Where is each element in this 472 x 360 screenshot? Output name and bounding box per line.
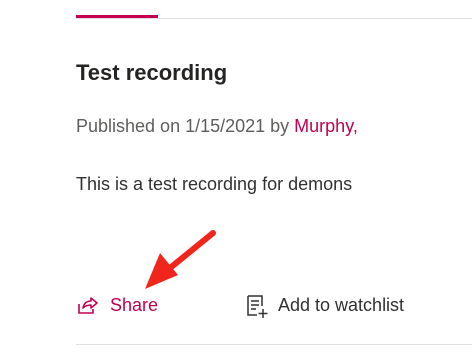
- share-button[interactable]: Share: [76, 287, 158, 323]
- bottom-divider: [76, 344, 472, 345]
- video-details-card: Test recording Published on 1/15/2021 by…: [0, 0, 472, 360]
- share-label: Share: [110, 294, 159, 315]
- published-info: Published on 1/15/2021 by Murphy,: [76, 116, 358, 137]
- tab-divider: [76, 18, 472, 19]
- share-icon: [78, 297, 98, 314]
- add-to-watchlist-icon: [247, 295, 268, 318]
- add-to-watchlist-button[interactable]: Add to watchlist: [244, 287, 404, 323]
- published-text: Published on 1/15/2021 by: [76, 116, 295, 136]
- recording-title: Test recording: [76, 60, 228, 85]
- author-link[interactable]: Murphy,: [294, 116, 358, 136]
- action-bar: Share Add to watchlist: [76, 287, 472, 323]
- recording-description: This is a test recording for demons: [76, 174, 353, 194]
- add-to-watchlist-label: Add to watchlist: [278, 294, 405, 315]
